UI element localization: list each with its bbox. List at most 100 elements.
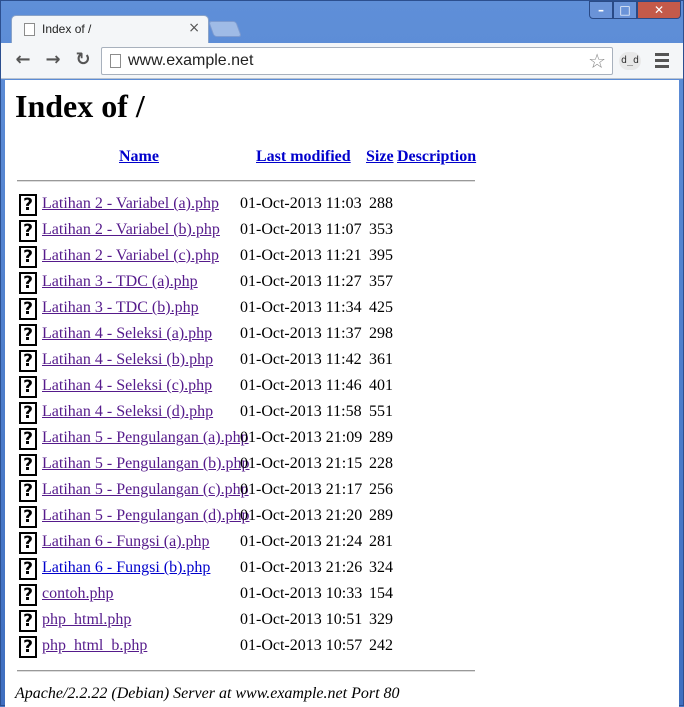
new-tab-button[interactable] xyxy=(208,21,242,37)
unknown-file-icon: ? xyxy=(19,454,37,476)
file-link[interactable]: Latihan 5 - Pengulangan (b).php xyxy=(42,455,250,473)
unknown-file-icon: ? xyxy=(19,428,37,450)
unknown-file-icon: ? xyxy=(19,558,37,580)
file-size: 329 xyxy=(369,611,393,628)
unknown-file-icon: ? xyxy=(19,272,37,294)
file-size: 353 xyxy=(369,221,393,238)
file-row: ? contoh.php 01-Oct-2013 10:33 154 xyxy=(17,582,487,608)
file-link[interactable]: contoh.php xyxy=(42,585,114,603)
file-link[interactable]: php_html.php xyxy=(42,611,131,629)
file-link[interactable]: Latihan 5 - Pengulangan (a).php xyxy=(42,429,249,447)
file-link[interactable]: Latihan 3 - TDC (a).php xyxy=(42,273,198,291)
file-size: 324 xyxy=(369,559,393,576)
file-link[interactable]: Latihan 4 - Seleksi (d).php xyxy=(42,403,213,421)
back-button[interactable]: ← xyxy=(11,49,35,73)
file-size: 242 xyxy=(369,637,393,654)
file-row: ? php_html_b.php 01-Oct-2013 10:57 242 xyxy=(17,634,487,660)
browser-toolbar: ← → ↻ www.example.net ☆ d_d xyxy=(1,43,683,79)
tab-index-of[interactable]: Index of / × xyxy=(11,15,209,43)
file-date: 01-Oct-2013 21:15 xyxy=(240,455,363,472)
file-size: 551 xyxy=(369,403,393,420)
file-date: 01-Oct-2013 21:20 xyxy=(240,507,363,524)
file-link[interactable]: Latihan 6 - Fungsi (b).php xyxy=(42,559,210,577)
file-date: 01-Oct-2013 11:07 xyxy=(240,221,362,238)
file-date: 01-Oct-2013 11:42 xyxy=(240,351,362,368)
url-text[interactable]: www.example.net xyxy=(128,52,253,70)
file-link[interactable]: Latihan 2 - Variabel (b).php xyxy=(42,221,220,239)
unknown-file-icon: ? xyxy=(19,532,37,554)
page-icon xyxy=(24,23,35,36)
file-row: ? Latihan 3 - TDC (b).php 01-Oct-2013 11:3… xyxy=(17,296,487,322)
unknown-file-icon: ? xyxy=(19,220,37,242)
close-tab-icon[interactable]: × xyxy=(188,20,200,36)
file-row: ? Latihan 4 - Seleksi (a).php 01-Oct-2013 … xyxy=(17,322,487,348)
column-description-link[interactable]: Description xyxy=(397,148,476,166)
server-signature: Apache/2.2.22 (Debian) Server at www.exa… xyxy=(15,685,400,702)
file-row: ? Latihan 4 - Seleksi (d).php 01-Oct-2013 … xyxy=(17,400,487,426)
file-link[interactable]: Latihan 4 - Seleksi (b).php xyxy=(42,351,213,369)
unknown-file-icon: ? xyxy=(19,246,37,268)
file-size: 228 xyxy=(369,455,393,472)
file-size: 288 xyxy=(369,195,393,212)
file-link[interactable]: Latihan 4 - Seleksi (a).php xyxy=(42,325,212,343)
file-date: 01-Oct-2013 21:09 xyxy=(240,429,363,446)
file-date: 01-Oct-2013 10:33 xyxy=(240,585,363,602)
unknown-file-icon: ? xyxy=(19,324,37,346)
file-size: 425 xyxy=(369,299,393,316)
file-date: 01-Oct-2013 10:51 xyxy=(240,611,363,628)
address-bar[interactable]: www.example.net ☆ xyxy=(101,47,613,75)
unknown-file-icon: ? xyxy=(19,350,37,372)
file-row: ? Latihan 2 - Variabel (c).php 01-Oct-2013… xyxy=(17,244,487,270)
file-row: ? Latihan 6 - Fungsi (a).php 01-Oct-2013 2… xyxy=(17,530,487,556)
maximize-button[interactable]: □ xyxy=(613,1,637,19)
column-last-modified-link[interactable]: Last modified xyxy=(256,148,351,166)
file-date: 01-Oct-2013 10:57 xyxy=(240,637,363,654)
file-link[interactable]: Latihan 5 - Pengulangan (d).php xyxy=(42,507,250,525)
minimize-button[interactable]: – xyxy=(589,1,613,19)
unknown-file-icon: ? xyxy=(19,584,37,606)
file-link[interactable]: Latihan 2 - Variabel (a).php xyxy=(42,195,219,213)
menu-icon[interactable] xyxy=(655,53,669,71)
file-link[interactable]: php_html_b.php xyxy=(42,637,147,655)
file-date: 01-Oct-2013 11:03 xyxy=(240,195,362,212)
divider xyxy=(17,180,475,182)
file-row: ? Latihan 5 - Pengulangan (c).php 01-Oct-2… xyxy=(17,478,487,504)
unknown-file-icon: ? xyxy=(19,376,37,398)
file-row: ? Latihan 5 - Pengulangan (a).php 01-Oct-2… xyxy=(17,426,487,452)
file-link[interactable]: Latihan 2 - Variabel (c).php xyxy=(42,247,219,265)
file-row: ? Latihan 2 - Variabel (b).php 01-Oct-2013… xyxy=(17,218,487,244)
file-date: 01-Oct-2013 21:26 xyxy=(240,559,363,576)
page-content: Index of / Name Last modified Size Descr… xyxy=(5,80,679,707)
close-icon: ✕ xyxy=(653,3,665,17)
file-date: 01-Oct-2013 11:46 xyxy=(240,377,362,394)
file-date: 01-Oct-2013 11:21 xyxy=(240,247,362,264)
bookmark-star-icon[interactable]: ☆ xyxy=(588,49,606,73)
file-link[interactable]: Latihan 5 - Pengulangan (c).php xyxy=(42,481,249,499)
close-window-button[interactable]: ✕ xyxy=(637,1,681,19)
unknown-file-icon: ? xyxy=(19,506,37,528)
file-size: 289 xyxy=(369,429,393,446)
file-row: ? Latihan 5 - Pengulangan (d).php 01-Oct-2… xyxy=(17,504,487,530)
file-link[interactable]: Latihan 4 - Seleksi (c).php xyxy=(42,377,212,395)
file-size: 395 xyxy=(369,247,393,264)
unknown-file-icon: ? xyxy=(19,480,37,502)
file-size: 357 xyxy=(369,273,393,290)
extension-icon[interactable]: d_d xyxy=(619,52,641,70)
browser-window: Index of / × – □ ✕ ← → ↻ www.example.net… xyxy=(0,0,684,707)
file-link[interactable]: Latihan 6 - Fungsi (a).php xyxy=(42,533,210,551)
file-row: ? Latihan 4 - Seleksi (b).php 01-Oct-2013 … xyxy=(17,348,487,374)
file-row: ? Latihan 2 - Variabel (a).php 01-Oct-2013… xyxy=(17,192,487,218)
forward-button[interactable]: → xyxy=(41,49,65,73)
column-size-link[interactable]: Size xyxy=(366,148,394,166)
column-name-link[interactable]: Name xyxy=(119,148,159,166)
file-date: 01-Oct-2013 11:58 xyxy=(240,403,362,420)
file-row: ? Latihan 3 - TDC (a).php 01-Oct-2013 11:2… xyxy=(17,270,487,296)
tab-title: Index of / xyxy=(42,22,92,36)
maximize-icon: □ xyxy=(619,3,631,17)
file-size: 401 xyxy=(369,377,393,394)
reload-button[interactable]: ↻ xyxy=(71,49,95,73)
file-link[interactable]: Latihan 3 - TDC (b).php xyxy=(42,299,199,317)
file-row: ? Latihan 5 - Pengulangan (b).php 01-Oct-2… xyxy=(17,452,487,478)
file-size: 281 xyxy=(369,533,393,550)
unknown-file-icon: ? xyxy=(19,610,37,632)
